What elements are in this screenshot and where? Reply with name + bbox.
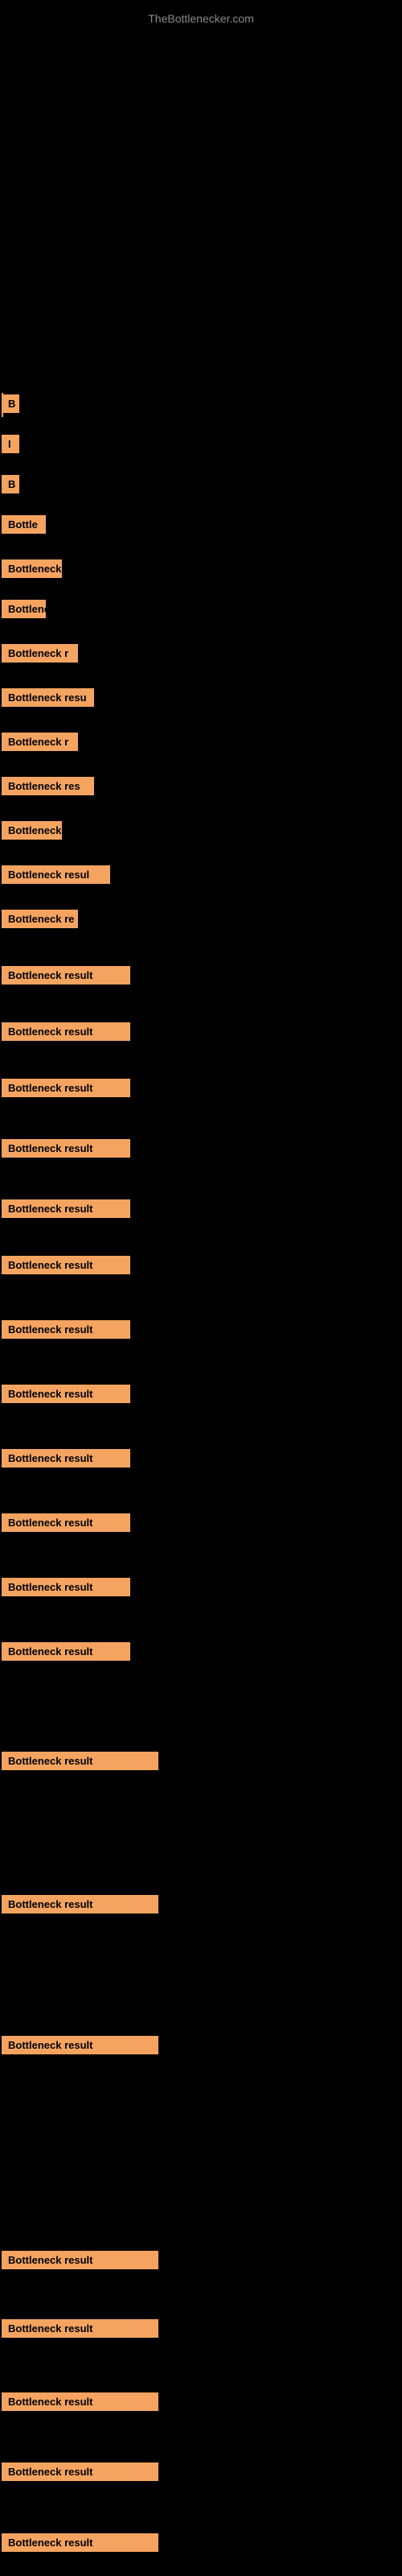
bottleneck-row-6: Bottlene (2, 600, 46, 622)
bottleneck-row-10: Bottleneck res (2, 777, 94, 799)
bottleneck-row-19: Bottleneck result (2, 1256, 130, 1278)
bottleneck-row-11: Bottleneck (2, 821, 62, 844)
site-title-text: TheBottlenecker.com (148, 12, 254, 25)
bottleneck-label: Bottleneck result (2, 1642, 130, 1661)
bottleneck-label: Bottleneck r (2, 733, 78, 751)
bottleneck-label: Bottleneck result (2, 2036, 158, 2054)
bottleneck-label: Bottleneck result (2, 1449, 130, 1468)
bottleneck-row-23: Bottleneck result (2, 1513, 130, 1536)
bottleneck-label: Bottleneck resul (2, 865, 110, 884)
bottleneck-row-18: Bottleneck result (2, 1199, 130, 1222)
bottleneck-row-8: Bottleneck resu (2, 688, 94, 711)
bottleneck-label: Bottlene (2, 600, 46, 618)
bottleneck-label: Bottleneck result (2, 1022, 130, 1041)
bottleneck-label: Bottleneck result (2, 966, 130, 985)
bottleneck-label: Bottleneck result (2, 2319, 158, 2338)
bottleneck-row-5: Bottleneck (2, 559, 62, 582)
bottleneck-label: Bottleneck result (2, 1256, 130, 1274)
bottleneck-label: Bottleneck result (2, 1139, 130, 1158)
bottleneck-label: Bottleneck result (2, 1199, 130, 1218)
bottleneck-label: Bottleneck result (2, 2392, 158, 2411)
bottleneck-label: Bottleneck result (2, 1578, 130, 1596)
bottleneck-row-24: Bottleneck result (2, 1578, 130, 1600)
bottleneck-row-9: Bottleneck r (2, 733, 78, 755)
bottleneck-row-33: Bottleneck result (2, 2533, 158, 2556)
bottleneck-row-17: Bottleneck result (2, 1139, 130, 1162)
bottleneck-label: Bottleneck result (2, 1320, 130, 1339)
bottleneck-row-13: Bottleneck re (2, 910, 78, 932)
bottleneck-row-29: Bottleneck result (2, 2251, 158, 2273)
bottleneck-label: Bottleneck res (2, 777, 94, 795)
bottleneck-row-28: Bottleneck result (2, 2036, 158, 2058)
bottleneck-row-4: Bottle (2, 515, 46, 538)
bottleneck-label: Bottleneck result (2, 1895, 158, 1913)
bottleneck-label: Bottleneck result (2, 2462, 158, 2481)
bottleneck-label: Bottleneck result (2, 1385, 130, 1403)
bottleneck-row-26: Bottleneck result (2, 1752, 158, 1774)
bottleneck-label: Bottleneck result (2, 1752, 158, 1770)
bottleneck-row-3: B (2, 475, 19, 497)
bottleneck-row-7: Bottleneck r (2, 644, 78, 667)
bottleneck-row-14: Bottleneck result (2, 966, 130, 989)
bottleneck-label: Bottleneck resu (2, 688, 94, 707)
bottleneck-label: Bottle (2, 515, 46, 534)
bottleneck-row-31: Bottleneck result (2, 2392, 158, 2415)
bottleneck-row-1: B (2, 394, 19, 417)
bottleneck-row-30: Bottleneck result (2, 2319, 158, 2342)
bottleneck-label: Bottleneck result (2, 2251, 158, 2269)
bottleneck-label: Bottleneck result (2, 2533, 158, 2552)
bottleneck-row-12: Bottleneck resul (2, 865, 110, 888)
bottleneck-row-27: Bottleneck result (2, 1895, 158, 1918)
bottleneck-label: B (2, 475, 19, 493)
bottleneck-label: B (2, 394, 19, 413)
page-content: TheBottlenecker.com B I B Bottle Bottleneck B… (0, 0, 402, 2576)
site-title: TheBottlenecker.com (0, 4, 402, 33)
bottleneck-row-32: Bottleneck result (2, 2462, 158, 2485)
bottleneck-label: Bottleneck result (2, 1079, 130, 1097)
bottleneck-row-2: I (2, 435, 19, 457)
bottleneck-row-20: Bottleneck result (2, 1320, 130, 1343)
bottleneck-label: I (2, 435, 19, 453)
bottleneck-label: Bottleneck (2, 559, 62, 578)
bottleneck-row-25: Bottleneck result (2, 1642, 130, 1665)
bottleneck-label: Bottleneck (2, 821, 62, 840)
bottleneck-label: Bottleneck result (2, 1513, 130, 1532)
bottleneck-label: Bottleneck re (2, 910, 78, 928)
bottleneck-row-21: Bottleneck result (2, 1385, 130, 1407)
bottleneck-row-16: Bottleneck result (2, 1079, 130, 1101)
bottleneck-row-22: Bottleneck result (2, 1449, 130, 1472)
bottleneck-row-15: Bottleneck result (2, 1022, 130, 1045)
bottleneck-label: Bottleneck r (2, 644, 78, 663)
